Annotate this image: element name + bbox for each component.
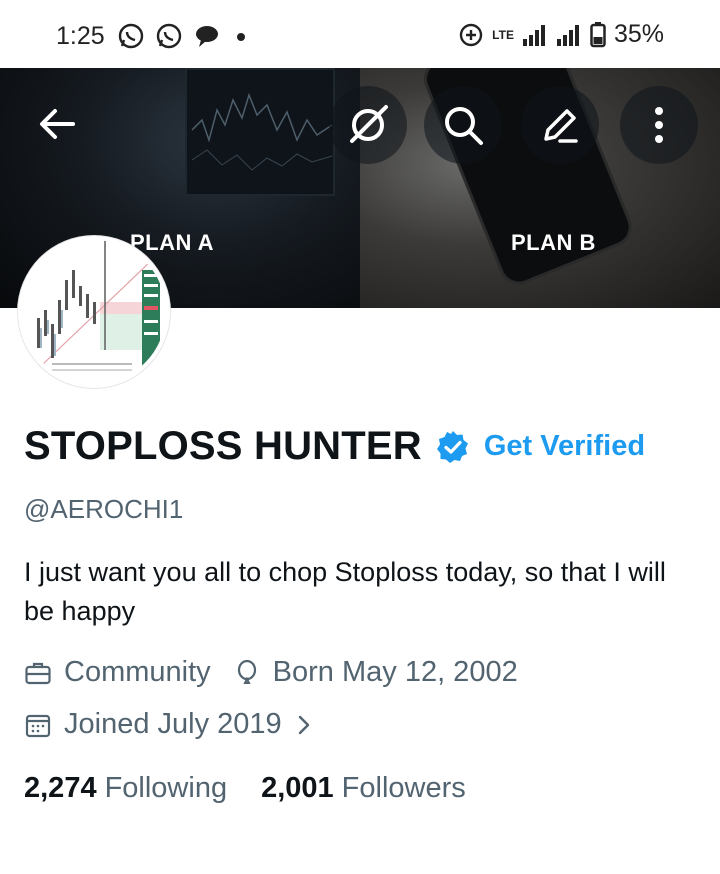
network-type: LTE [492, 27, 514, 42]
more-options-button[interactable] [620, 86, 698, 164]
name-row: STOPLOSS HUNTER Get Verified [24, 424, 645, 469]
signal-icon [522, 24, 545, 46]
more-vertical-icon [655, 107, 663, 143]
category-item: Community [24, 656, 211, 689]
joined-item[interactable]: Joined July 2019 [24, 708, 314, 741]
following-count: 2,274 [24, 772, 97, 804]
joined-text: Joined July 2019 [64, 708, 282, 740]
following-label: Following [104, 772, 228, 804]
birthday-item: Born May 12, 2002 [233, 656, 518, 689]
display-name: STOPLOSS HUNTER [24, 424, 422, 468]
whatsapp-icon [156, 23, 182, 49]
get-verified-link[interactable]: Get Verified [484, 430, 645, 463]
followers-label: Followers [341, 772, 466, 804]
following-stat[interactable]: 2,274 Following [24, 772, 227, 805]
data-saver-icon [459, 23, 483, 46]
notification-icons [117, 22, 251, 50]
followers-stat[interactable]: 2,001 Followers [261, 772, 466, 805]
back-button[interactable] [25, 92, 89, 156]
whatsapp-icon [118, 23, 144, 49]
banner-monitor-image [185, 68, 335, 196]
grok-icon [350, 105, 388, 143]
search-button[interactable] [424, 86, 502, 164]
profile-avatar[interactable] [18, 236, 170, 388]
balloon-icon [237, 659, 256, 684]
verified-badge-icon[interactable] [436, 430, 470, 464]
user-handle: @AEROCHI1 [24, 494, 184, 524]
dot-icon [237, 33, 245, 41]
avatar-chart-image [22, 240, 166, 384]
category-text: Community [64, 656, 211, 688]
calendar-icon [25, 714, 51, 737]
profile-meta-row: Community Born May 12, 2002 [24, 656, 540, 689]
status-time: 1:25 [56, 22, 105, 50]
battery-percent: 35% [613, 20, 664, 48]
battery-icon [590, 21, 606, 47]
back-arrow-icon [40, 109, 75, 139]
signal-icon [556, 24, 579, 46]
banner-label-plan-b: PLAN B [511, 230, 596, 255]
grok-button[interactable] [329, 86, 407, 164]
joined-row[interactable]: Joined July 2019 [24, 708, 336, 741]
edit-icon [544, 109, 578, 143]
banner-label-plan-a: PLAN A [130, 230, 215, 255]
edit-button[interactable] [521, 86, 599, 164]
chevron-right-icon[interactable] [294, 711, 314, 739]
status-bar: 1:25 LTE 35% [0, 0, 720, 68]
chat-bubble-icon [196, 26, 218, 47]
birthday-text: Born May 12, 2002 [272, 656, 518, 688]
search-icon [445, 107, 483, 145]
follow-stats: 2,274 Following 2,001 Followers [24, 772, 500, 805]
briefcase-icon [25, 662, 51, 684]
system-icons: LTE 35% [458, 20, 664, 49]
followers-count: 2,001 [261, 772, 334, 804]
user-bio: I just want you all to chop Stoploss tod… [24, 557, 666, 626]
